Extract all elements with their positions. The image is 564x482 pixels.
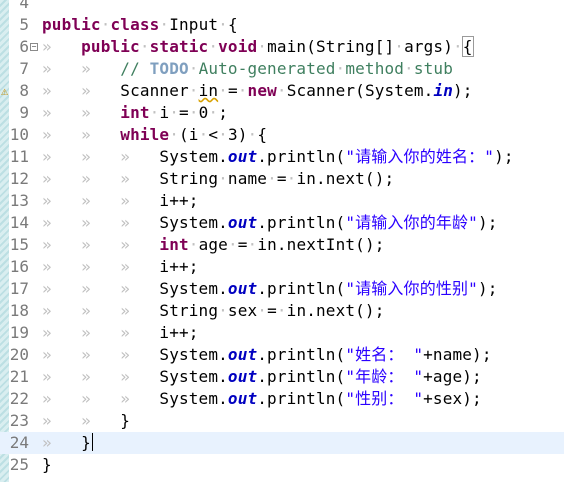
line-number: 17 <box>9 279 29 298</box>
code-line[interactable]: 24 » } <box>0 432 564 454</box>
line-number: 9 <box>19 103 29 122</box>
code-line[interactable]: 23 » » } <box>0 410 564 432</box>
code-editor[interactable]: 4 5 public·class·Input·{6−» public·static·… <box>0 0 564 482</box>
code-text[interactable]: » » » int·age·=·in.nextInt(); <box>42 234 385 256</box>
line-number: 16 <box>9 257 29 276</box>
code-text[interactable]: » » // TODO·Auto-generated·method·stub <box>42 58 453 80</box>
line-number: 22 <box>9 389 29 408</box>
code-text[interactable]: » » » String·name·=·in.next(); <box>42 168 394 190</box>
line-number: 6 <box>19 37 29 56</box>
code-text[interactable]: » » » System.out.println("姓名： "+name); <box>42 344 492 366</box>
code-line[interactable]: 14 » » » System.out.println("请输入你的年龄"); <box>0 212 564 234</box>
line-number: 7 <box>19 59 29 78</box>
code-line[interactable]: 20 » » » System.out.println("姓名： "+name); <box>0 344 564 366</box>
line-number: 11 <box>9 147 29 166</box>
code-line[interactable]: 4 <box>0 0 564 14</box>
code-text[interactable]: » » » i++; <box>42 190 199 212</box>
code-text[interactable]: public·class·Input·{ <box>42 14 238 36</box>
code-line[interactable]: 11 » » » System.out.println("请输入你的姓名："); <box>0 146 564 168</box>
code-text[interactable]: » » while·(i·<·3)·{ <box>42 124 267 146</box>
code-text[interactable]: » » } <box>42 410 130 432</box>
line-number: 19 <box>9 323 29 342</box>
code-line[interactable]: 22 » » » System.out.println("性别： "+sex); <box>0 388 564 410</box>
code-line[interactable]: 8 ⚠ » » Scanner·in·=·new·Scanner(System.in… <box>0 80 564 102</box>
code-text[interactable]: » » » System.out.println("请输入你的性别"); <box>42 278 498 300</box>
code-line[interactable]: 6−» public·static·void·main(String[]·arg… <box>0 36 564 58</box>
line-number: 24 <box>9 433 29 452</box>
line-number: 15 <box>9 235 29 254</box>
code-text[interactable]: » » » String·sex·=·in.next(); <box>42 300 385 322</box>
code-line[interactable]: 7 » » // TODO·Auto-generated·method·stub <box>0 58 564 80</box>
line-number: 8 <box>19 81 29 100</box>
code-text[interactable]: » » » System.out.println("请输入你的姓名："); <box>42 146 514 168</box>
code-line[interactable]: 15 » » » int·age·=·in.nextInt(); <box>0 234 564 256</box>
code-text[interactable]: » » » System.out.println("请输入你的年龄"); <box>42 212 498 234</box>
code-text[interactable]: » » » System.out.println("年龄： "+age); <box>42 366 482 388</box>
code-text[interactable]: » » int·i·=·0·; <box>42 102 228 124</box>
fold-collapse-icon[interactable]: − <box>30 43 38 51</box>
code-text[interactable]: } <box>42 454 52 476</box>
line-number: 18 <box>9 301 29 320</box>
line-number: 4 <box>19 0 29 12</box>
code-line[interactable]: 13 » » » i++; <box>0 190 564 212</box>
code-line[interactable]: 12 » » » String·name·=·in.next(); <box>0 168 564 190</box>
text-caret <box>91 433 93 451</box>
code-line[interactable]: 18 » » » String·sex·=·in.next(); <box>0 300 564 322</box>
line-number: 5 <box>19 15 29 34</box>
code-text[interactable]: » » » i++; <box>42 256 199 278</box>
code-line[interactable]: 5 public·class·Input·{ <box>0 14 564 36</box>
line-number: 21 <box>9 367 29 386</box>
code-text[interactable]: » public·static·void·main(String[]·args)… <box>42 36 474 58</box>
line-number: 23 <box>9 411 29 430</box>
line-number: 14 <box>9 213 29 232</box>
code-line[interactable]: 16 » » » i++; <box>0 256 564 278</box>
code-text[interactable]: » » Scanner·in·=·new·Scanner(System.in); <box>42 80 473 102</box>
warning-icon[interactable]: ⚠ <box>1 84 8 98</box>
line-number: 12 <box>9 169 29 188</box>
code-text[interactable]: » } <box>42 432 93 454</box>
code-line[interactable]: 17 » » » System.out.println("请输入你的性别"); <box>0 278 564 300</box>
code-text[interactable]: » » » System.out.println("性别： "+sex); <box>42 388 482 410</box>
line-number: 13 <box>9 191 29 210</box>
line-number: 20 <box>9 345 29 364</box>
code-text[interactable]: » » » i++; <box>42 322 199 344</box>
code-line[interactable]: 10 » » while·(i·<·3)·{ <box>0 124 564 146</box>
code-line[interactable]: 9 » » int·i·=·0·; <box>0 102 564 124</box>
line-number: 10 <box>9 125 29 144</box>
code-line[interactable]: 21 » » » System.out.println("年龄： "+age); <box>0 366 564 388</box>
code-line[interactable]: 19 » » » i++; <box>0 322 564 344</box>
code-line[interactable]: 25} <box>0 454 564 476</box>
line-number: 25 <box>9 455 29 474</box>
